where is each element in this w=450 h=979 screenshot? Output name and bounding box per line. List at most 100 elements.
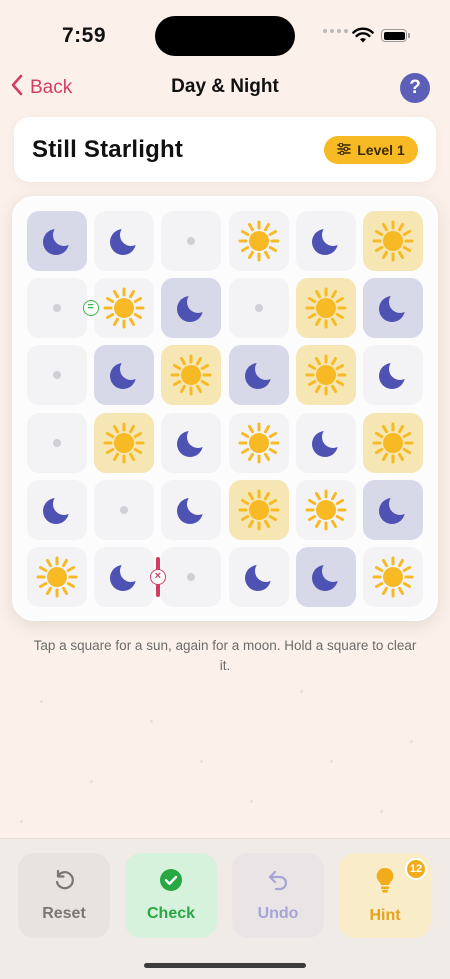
grid-cell-sun-locked[interactable] (228, 479, 289, 540)
moon-icon (376, 358, 410, 392)
sun-icon (103, 287, 145, 329)
grid-cell-moon[interactable] (295, 211, 356, 271)
home-indicator[interactable] (144, 963, 306, 968)
moon-icon (309, 426, 343, 460)
grid-cell-moon[interactable] (363, 345, 423, 406)
undo-button[interactable]: Undo (232, 853, 324, 938)
sun-icon (305, 287, 347, 329)
grid-cell-moon[interactable] (161, 479, 222, 540)
sun-icon (372, 556, 414, 598)
grid-cell-moon-locked[interactable] (295, 547, 356, 607)
wifi-icon (352, 27, 374, 49)
rotate-ccw-icon (52, 868, 76, 897)
opposite-constraint-icon: × (149, 569, 166, 585)
empty-dot-icon (120, 505, 129, 514)
moon-icon (174, 426, 208, 460)
grid-cell-empty[interactable] (27, 345, 87, 406)
grid-cell-moon[interactable] (161, 412, 222, 473)
instructions-text: Tap a square for a sun, again for a moon… (33, 638, 417, 673)
empty-dot-icon (254, 304, 263, 313)
grid-cell-moon[interactable] (27, 479, 87, 540)
grid-cell-sun-locked[interactable] (295, 278, 356, 339)
grid-cell-sun[interactable] (295, 479, 356, 540)
grid-cell-moon[interactable] (94, 547, 155, 607)
level-selector-button[interactable]: Level 1 (324, 136, 418, 164)
sun-icon (103, 422, 145, 464)
grid-cell-sun-locked[interactable] (94, 412, 155, 473)
question-mark-icon: ? (409, 77, 421, 98)
grid-cell-moon-locked[interactable] (363, 479, 423, 540)
hint-label: Hint (369, 907, 401, 924)
moon-icon (40, 224, 74, 258)
sun-icon (170, 354, 212, 396)
grid-cell-sun-locked[interactable] (363, 412, 423, 473)
sun-icon (305, 354, 347, 396)
empty-dot-icon (187, 573, 196, 581)
undo-label: Undo (257, 905, 299, 922)
hint-count-badge: 12 (405, 858, 427, 880)
sun-icon (305, 489, 347, 531)
check-button[interactable]: Check (125, 853, 217, 938)
grid-cell-empty[interactable] (94, 479, 155, 540)
moon-icon (376, 291, 410, 325)
grid-cell-empty[interactable] (161, 547, 222, 607)
moon-icon (40, 493, 74, 527)
moon-icon (242, 560, 276, 594)
cellular-signal-icon (323, 29, 348, 33)
moon-icon (309, 224, 343, 258)
empty-dot-icon (53, 371, 61, 380)
grid-cell-empty[interactable] (228, 278, 289, 339)
grid-cell-moon[interactable] (94, 211, 155, 271)
grid-cell-empty[interactable] (161, 211, 222, 271)
sun-icon (36, 556, 78, 598)
grid-cell-sun-locked[interactable] (295, 345, 356, 406)
page-title: Day & Night (171, 76, 279, 97)
grid-cell-sun[interactable] (27, 547, 87, 607)
check-circle-icon (159, 868, 183, 897)
grid-cell-moon-locked[interactable] (94, 345, 155, 406)
grid-cell-sun[interactable] (94, 278, 155, 339)
grid-cell-sun-locked[interactable] (363, 211, 423, 271)
grid-cell-moon-locked[interactable] (27, 211, 87, 271)
moon-icon (376, 493, 410, 527)
reset-label: Reset (42, 905, 86, 922)
grid-cell-empty[interactable] (27, 412, 87, 473)
grid-cell-sun-locked[interactable] (161, 345, 222, 406)
sliders-icon (337, 142, 351, 158)
undo-arrow-icon (266, 868, 290, 897)
empty-dot-icon (53, 438, 61, 447)
equal-constraint-icon: = (82, 300, 99, 317)
check-label: Check (146, 905, 196, 922)
grid-cell-moon-locked[interactable] (363, 278, 423, 339)
battery-tip (408, 33, 410, 38)
moon-icon (107, 358, 141, 392)
sun-icon (372, 220, 414, 262)
status-time: 7:59 (62, 24, 107, 47)
moon-icon (174, 493, 208, 527)
grid-cell-sun[interactable] (363, 547, 423, 607)
grid-cell-sun[interactable] (228, 412, 289, 473)
moon-icon (242, 358, 276, 392)
dynamic-island (155, 16, 295, 56)
moon-icon (174, 291, 208, 325)
reset-button[interactable]: Reset (18, 853, 110, 938)
grid-cell-moon-locked[interactable] (228, 345, 289, 406)
grid-cell-moon[interactable] (228, 547, 289, 607)
sun-icon (238, 489, 280, 531)
grid-cell-moon[interactable] (295, 412, 356, 473)
moon-icon (107, 224, 141, 258)
sun-icon (238, 422, 280, 464)
help-button[interactable]: ? (400, 73, 430, 103)
empty-dot-icon (53, 304, 61, 313)
grid-cell-moon-locked[interactable] (161, 278, 222, 339)
puzzle-name: Still Starlight (32, 136, 184, 163)
battery-icon (381, 29, 407, 42)
grid-cell-empty[interactable] (27, 278, 87, 339)
sun-icon (372, 422, 414, 464)
grid-cell-sun[interactable] (228, 211, 289, 271)
empty-dot-icon (187, 237, 196, 245)
sun-icon (238, 220, 280, 262)
moon-icon (107, 560, 141, 594)
lightbulb-icon (374, 866, 396, 899)
level-label: Level 1 (357, 142, 405, 158)
